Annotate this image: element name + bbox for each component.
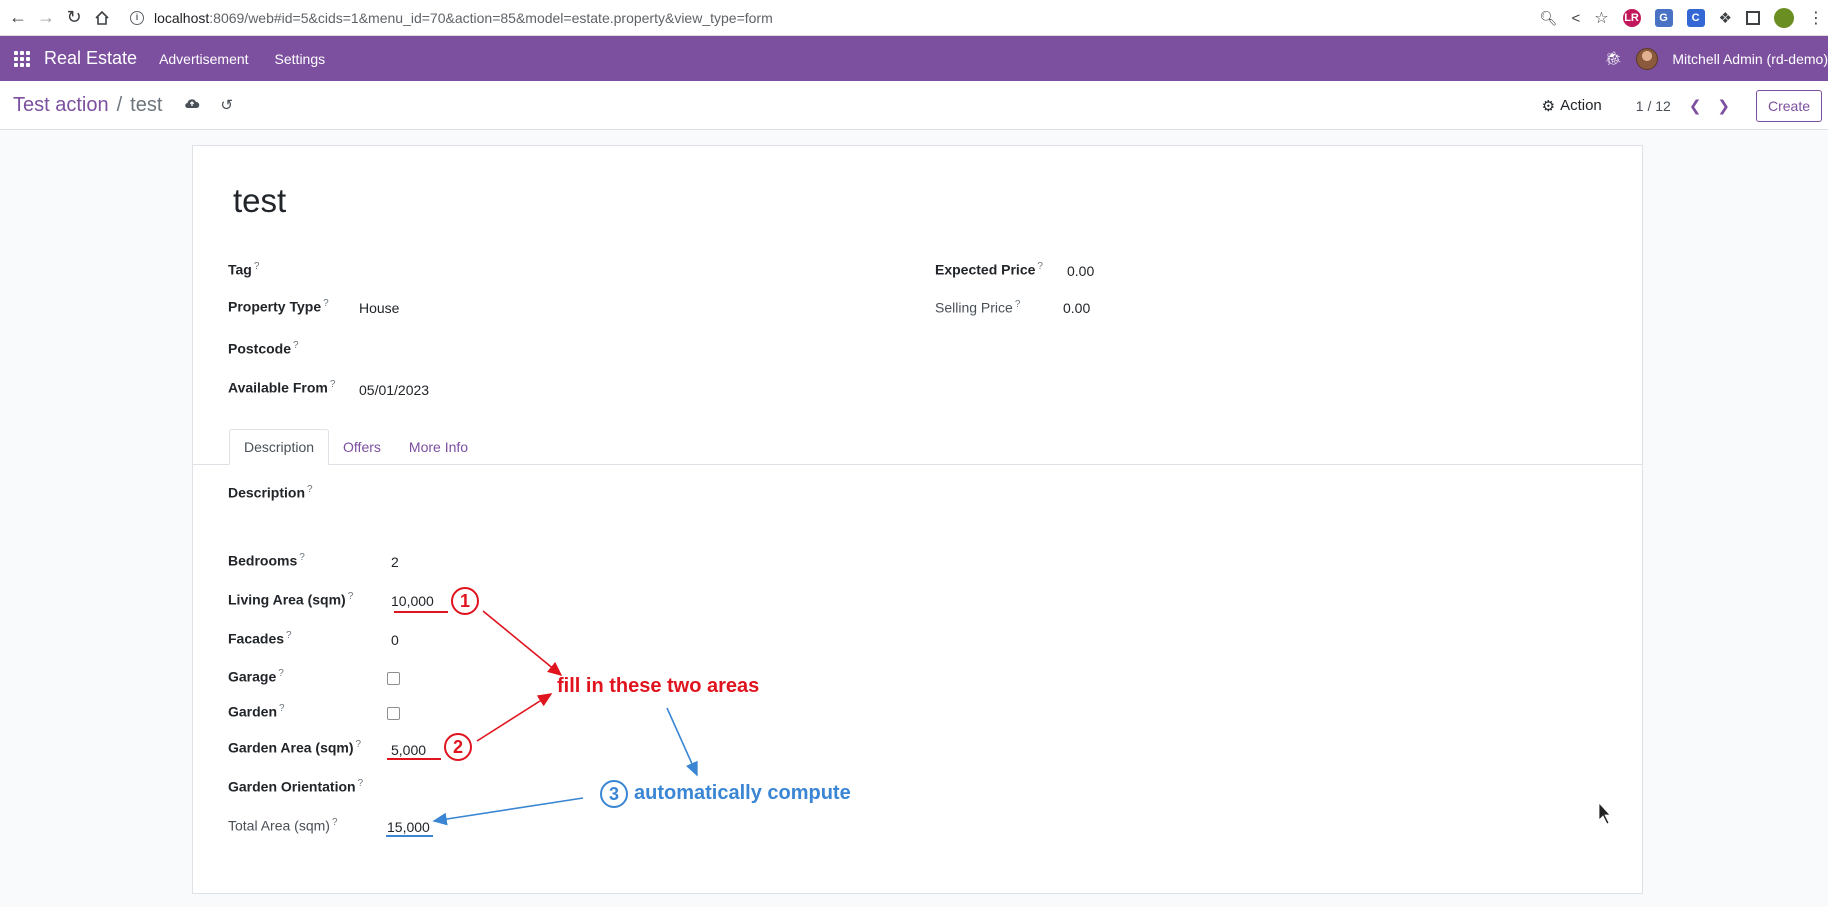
- share-icon[interactable]: <: [1571, 10, 1580, 27]
- fill-instruction-text: fill in these two areas: [557, 675, 760, 697]
- garden-area-underline: [387, 758, 441, 760]
- step-1-marker: 1: [451, 587, 479, 615]
- living-area-field[interactable]: 10,000: [391, 593, 434, 609]
- pager-previous-icon[interactable]: ❮: [1689, 97, 1702, 115]
- postcode-label: Postcode?: [228, 340, 299, 357]
- compute-instruction-text: automatically compute: [634, 782, 851, 804]
- tab-description[interactable]: Description: [229, 429, 330, 465]
- pager-value[interactable]: 1 / 12: [1636, 98, 1671, 114]
- step-3-marker: 3: [600, 780, 628, 808]
- property-type-label: Property Type?: [228, 298, 329, 315]
- menu-settings[interactable]: Settings: [275, 51, 326, 67]
- extension-lr-icon[interactable]: LR: [1622, 9, 1641, 27]
- tab-more-info[interactable]: More Info: [395, 429, 482, 465]
- apps-menu-icon[interactable]: [0, 36, 44, 81]
- breadcrumb: Test action / test: [13, 94, 162, 117]
- breadcrumb-separator: /: [116, 93, 123, 116]
- total-area-label: Total Area (sqm)?: [228, 817, 338, 834]
- debug-bug-icon[interactable]: 🐞︎: [1605, 50, 1623, 67]
- expected-price-field[interactable]: 0.00: [1067, 263, 1094, 279]
- home-icon[interactable]: [88, 4, 116, 32]
- description-label: Description?: [228, 484, 313, 501]
- create-button[interactable]: Create: [1755, 89, 1822, 122]
- garden-orientation-label: Garden Orientation?: [228, 778, 364, 795]
- garage-checkbox[interactable]: [387, 672, 400, 685]
- living-area-label: Living Area (sqm)?: [228, 591, 354, 608]
- form-sheet: test Tag? Property Type? House Postcode?…: [192, 145, 1643, 894]
- selling-price-label: Selling Price?: [935, 299, 1021, 316]
- browser-toolbar: ← → ↻ i localhost:8069/web#id=5&cids=1&m…: [0, 0, 1828, 36]
- browser-menu-icon[interactable]: ⋮: [1808, 8, 1824, 28]
- user-menu[interactable]: Mitchell Admin (rd-demo): [1672, 51, 1828, 67]
- living-area-underline: [394, 611, 448, 613]
- step-2-marker: 2: [444, 733, 472, 761]
- discard-undo-icon[interactable]: ↺: [220, 96, 233, 114]
- record-name-field[interactable]: test: [233, 182, 286, 220]
- bedrooms-label: Bedrooms?: [228, 552, 305, 569]
- tag-label: Tag?: [228, 261, 260, 278]
- control-panel: Test action / test ↺ ⚙ Action 1 / 12 ❮ ❯…: [0, 81, 1828, 130]
- reload-icon[interactable]: ↻: [60, 4, 88, 32]
- user-avatar[interactable]: [1636, 47, 1659, 70]
- forward-icon[interactable]: →: [32, 4, 60, 32]
- breadcrumb-current: test: [130, 93, 163, 116]
- garden-checkbox[interactable]: [387, 707, 400, 720]
- total-area-field: 15,000: [387, 819, 430, 835]
- bookmark-star-icon[interactable]: ☆: [1594, 8, 1608, 28]
- garden-area-label: Garden Area (sqm)?: [228, 739, 362, 756]
- facades-field[interactable]: 0: [391, 632, 399, 648]
- app-brand[interactable]: Real Estate: [44, 48, 137, 69]
- breadcrumb-parent[interactable]: Test action: [13, 94, 109, 117]
- zoom-icon[interactable]: 🔍︎: [1540, 10, 1558, 27]
- tag-field[interactable]: [359, 262, 659, 280]
- facades-label: Facades?: [228, 630, 292, 647]
- notebook-tabs: Description Offers More Info: [229, 429, 482, 465]
- back-icon[interactable]: ←: [4, 4, 32, 32]
- description-field[interactable]: [228, 508, 828, 548]
- save-cloud-icon[interactable]: [184, 96, 200, 114]
- garden-label: Garden?: [228, 703, 285, 720]
- bedrooms-field[interactable]: 2: [391, 554, 399, 570]
- garden-area-field[interactable]: 5,000: [391, 742, 426, 758]
- postcode-field[interactable]: [359, 341, 659, 359]
- available-from-field[interactable]: 05/01/2023: [359, 382, 429, 398]
- extension-translate-icon[interactable]: G: [1654, 9, 1673, 27]
- side-panel-icon[interactable]: [1746, 11, 1760, 25]
- expected-price-label: Expected Price?: [935, 261, 1043, 278]
- garage-label: Garage?: [228, 668, 284, 685]
- profile-avatar[interactable]: [1774, 8, 1794, 28]
- action-menu-button[interactable]: ⚙ Action: [1542, 97, 1602, 115]
- main-navbar: Real Estate Advertisement Settings 🐞︎ Mi…: [0, 36, 1828, 81]
- property-type-field[interactable]: House: [359, 300, 399, 316]
- extensions-puzzle-icon[interactable]: ❖: [1719, 9, 1732, 27]
- available-from-label: Available From?: [228, 379, 336, 396]
- total-area-underline: [386, 835, 433, 837]
- url-path: :8069/web#id=5&cids=1&menu_id=70&action=…: [209, 9, 773, 26]
- pager-next-icon[interactable]: ❯: [1717, 97, 1730, 115]
- tab-offers[interactable]: Offers: [329, 429, 395, 465]
- action-label: Action: [1560, 97, 1602, 114]
- menu-advertisement[interactable]: Advertisement: [159, 51, 248, 67]
- extension-c-icon[interactable]: C: [1686, 9, 1705, 27]
- address-bar[interactable]: i localhost:8069/web#id=5&cids=1&menu_id…: [130, 10, 773, 26]
- selling-price-field: 0.00: [1063, 300, 1091, 316]
- url-host: localhost: [154, 9, 210, 26]
- gear-icon: ⚙: [1541, 97, 1556, 115]
- site-info-icon[interactable]: i: [130, 10, 144, 25]
